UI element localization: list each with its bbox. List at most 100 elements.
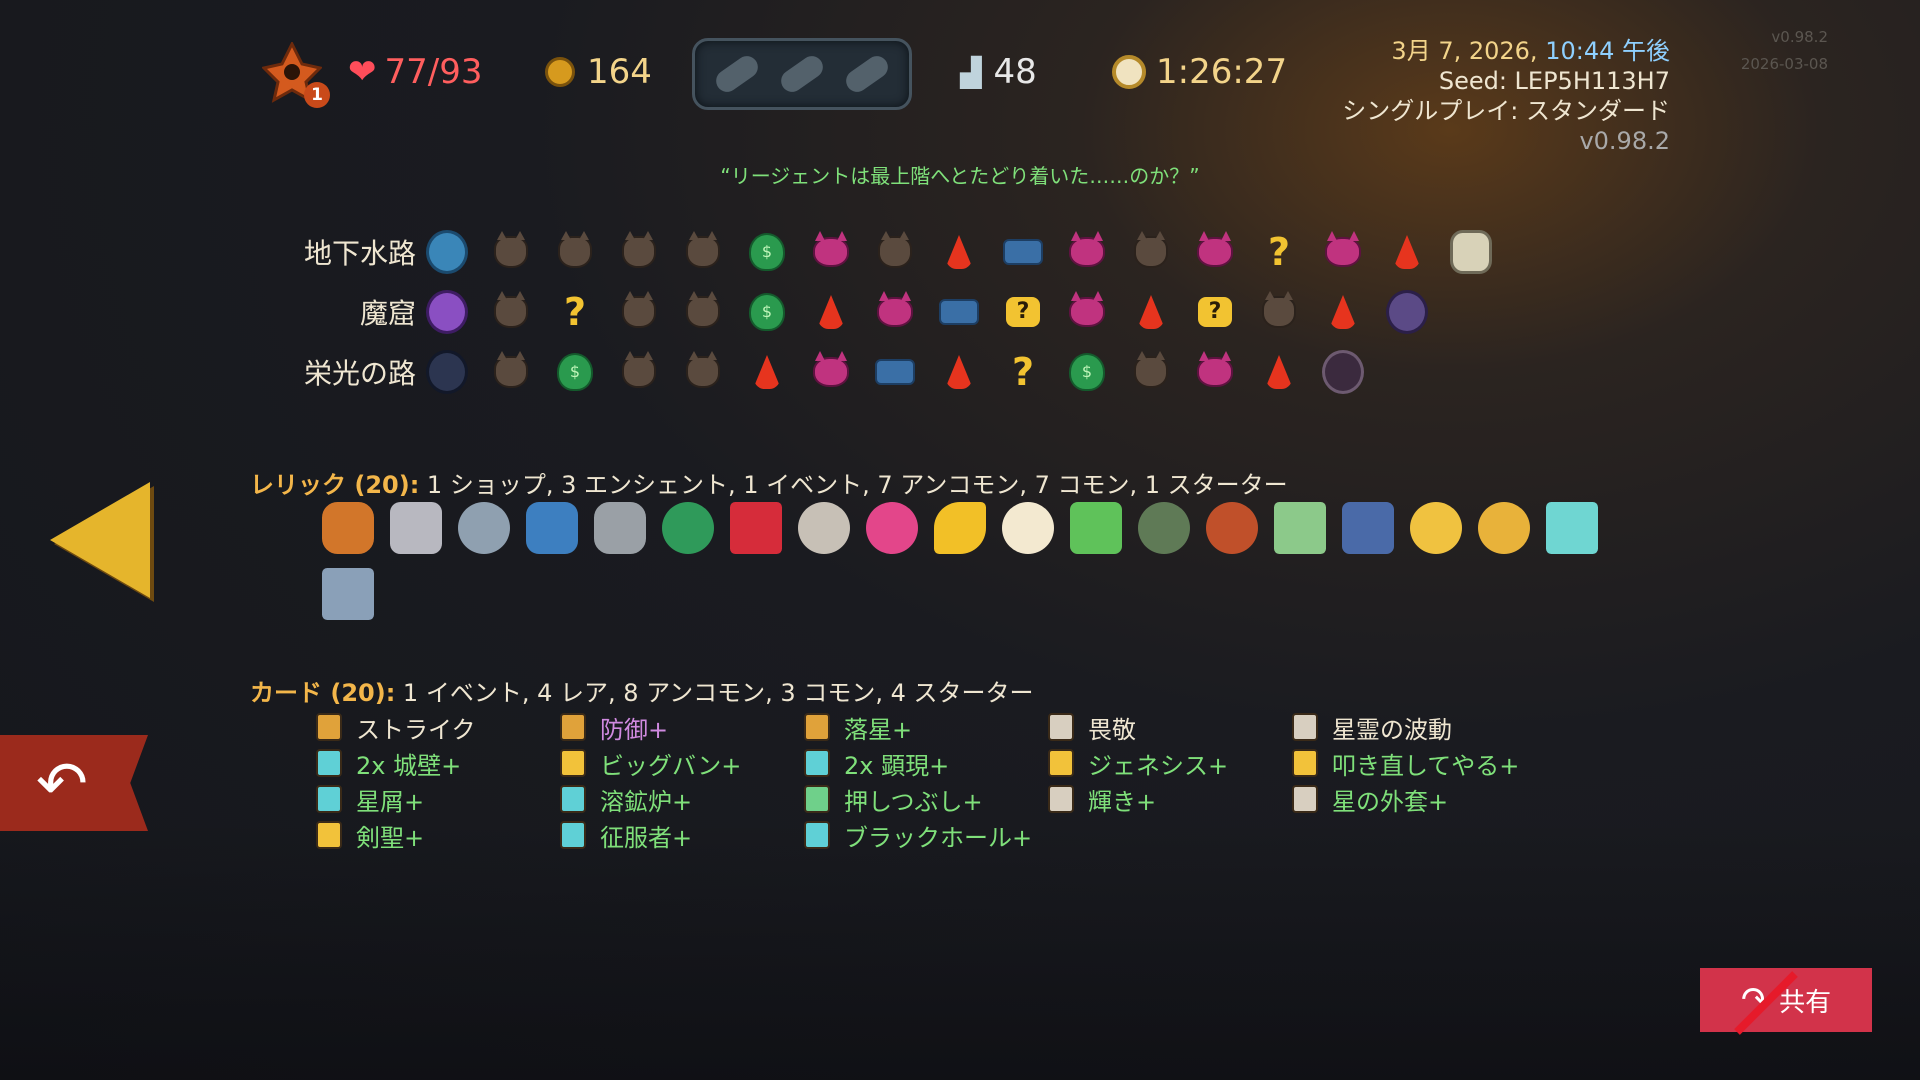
monster-icon[interactable]	[618, 351, 660, 393]
monster-icon[interactable]	[682, 231, 724, 273]
rest-site-icon[interactable]	[1386, 231, 1428, 273]
card-entry[interactable]: ストライク	[316, 712, 560, 744]
previous-run-arrow-icon[interactable]	[50, 482, 150, 598]
card-entry[interactable]: ビッグバン+	[560, 748, 804, 780]
anchor-relic-icon[interactable]	[526, 502, 578, 554]
elite-icon[interactable]	[1322, 231, 1364, 273]
bed-relic-icon[interactable]	[1342, 502, 1394, 554]
monster-icon[interactable]	[490, 231, 532, 273]
rest-site-icon[interactable]	[938, 231, 980, 273]
potion-slot-icon[interactable]	[776, 51, 828, 97]
elite-icon[interactable]	[1194, 351, 1236, 393]
unknown-room-icon[interactable]: ?	[1194, 291, 1236, 333]
elite-icon[interactable]	[810, 231, 852, 273]
treasure-icon[interactable]	[938, 291, 980, 333]
rest-site-icon[interactable]	[1258, 351, 1300, 393]
duck-relic-icon[interactable]	[1002, 502, 1054, 554]
card-entry[interactable]: 2x 城壁+	[316, 748, 560, 780]
potion-slot-icon[interactable]	[841, 51, 893, 97]
rest-site-icon[interactable]	[810, 291, 852, 333]
shop-icon[interactable]: $	[746, 291, 788, 333]
flower-bell-relic-icon[interactable]	[1410, 502, 1462, 554]
rest-site-icon[interactable]	[1322, 291, 1364, 333]
elite-icon[interactable]	[1066, 231, 1108, 273]
monster-icon[interactable]	[554, 231, 596, 273]
red-book-relic-icon[interactable]	[730, 502, 782, 554]
card-entry[interactable]: 落星+	[804, 712, 1048, 744]
rest-site-icon[interactable]	[1130, 291, 1172, 333]
scissors-relic-icon[interactable]	[390, 502, 442, 554]
monster-icon[interactable]	[682, 291, 724, 333]
cloak-relic-icon[interactable]	[458, 502, 510, 554]
cards-header: カード (20): 1 イベント, 4 レア, 8 アンコモン, 3 コモン, …	[250, 673, 1034, 708]
monster-icon[interactable]	[874, 231, 916, 273]
rest-site-icon[interactable]	[746, 351, 788, 393]
back-button[interactable]: ↶	[0, 735, 148, 831]
monster-icon[interactable]	[682, 351, 724, 393]
card-entry[interactable]: 輝き+	[1048, 784, 1292, 816]
act-row: 栄光の路 $ ? $	[290, 347, 1386, 397]
act-name: 地下水路	[303, 237, 416, 270]
boss-icon[interactable]	[1322, 350, 1364, 394]
boss-icon[interactable]	[426, 290, 468, 334]
monster-icon[interactable]	[618, 291, 660, 333]
frog-relic-icon[interactable]	[1138, 502, 1190, 554]
monster-icon[interactable]	[490, 351, 532, 393]
treasure-icon[interactable]	[1002, 231, 1044, 273]
event-icon[interactable]: ?	[1258, 230, 1300, 274]
unknown-room-icon[interactable]: ?	[1002, 291, 1044, 333]
card-entry[interactable]: 星屑+	[316, 784, 560, 816]
banana-relic-icon[interactable]	[934, 502, 986, 554]
fire-rock-relic-icon[interactable]	[322, 502, 374, 554]
shop-icon[interactable]: $	[554, 351, 596, 393]
shop-icon[interactable]: $	[1066, 351, 1108, 393]
card-label: 星の外套+	[1332, 787, 1449, 816]
potion-slot-icon[interactable]	[711, 51, 763, 97]
dragonfruit-relic-icon[interactable]	[866, 502, 918, 554]
attack-card-icon	[560, 749, 586, 777]
monster-icon[interactable]	[490, 291, 532, 333]
boss-icon[interactable]	[426, 230, 468, 274]
elite-icon[interactable]	[1066, 291, 1108, 333]
elite-icon[interactable]	[1194, 231, 1236, 273]
share-button[interactable]: ↷ 共有	[1700, 968, 1872, 1035]
monster-icon[interactable]	[1130, 351, 1172, 393]
shop-icon[interactable]: $	[746, 231, 788, 273]
whip-relic-icon[interactable]	[594, 502, 646, 554]
orbit-relic-icon[interactable]	[798, 502, 850, 554]
card-entry[interactable]: 叩き直してやる+	[1292, 748, 1536, 780]
card-entry[interactable]: 星の外套+	[1292, 784, 1536, 816]
boss-icon[interactable]	[1386, 290, 1428, 334]
card-entry[interactable]: 畏敬	[1048, 712, 1292, 744]
card-entry[interactable]: 防御+	[560, 712, 804, 744]
treasure-icon[interactable]	[874, 351, 916, 393]
elite-icon[interactable]	[810, 351, 852, 393]
tome-relic-icon[interactable]	[322, 568, 374, 620]
event-icon[interactable]: ?	[554, 290, 596, 334]
card-entry[interactable]: 征服者+	[560, 820, 804, 852]
card-entry[interactable]: 2x 顕現+	[804, 748, 1048, 780]
boss-icon[interactable]	[1450, 230, 1492, 274]
card-entry[interactable]: 押しつぶし+	[804, 784, 1048, 816]
prism-relic-icon[interactable]	[1546, 502, 1598, 554]
boss-icon[interactable]	[426, 350, 468, 394]
card-entry[interactable]: ジェネシス+	[1048, 748, 1292, 780]
run-info: 3月 7, 2026, 10:44 午後 Seed: LEP5H113H7 シン…	[1342, 36, 1670, 156]
sunflower-relic-icon[interactable]	[1478, 502, 1530, 554]
card-entry[interactable]: 溶鉱炉+	[560, 784, 804, 816]
monster-icon[interactable]	[1258, 291, 1300, 333]
serpent-relic-icon[interactable]	[662, 502, 714, 554]
mask-relic-icon[interactable]	[1206, 502, 1258, 554]
card-entry[interactable]: 星霊の波動	[1292, 712, 1536, 744]
monster-icon[interactable]	[1130, 231, 1172, 273]
event-icon[interactable]: ?	[1002, 350, 1044, 394]
skill-card-icon	[1048, 713, 1074, 741]
elite-icon[interactable]	[874, 291, 916, 333]
relic-list	[322, 502, 1622, 634]
card-entry[interactable]: 剣聖+	[316, 820, 560, 852]
rest-site-icon[interactable]	[938, 351, 980, 393]
monster-icon[interactable]	[618, 231, 660, 273]
green-bar-relic-icon[interactable]	[1070, 502, 1122, 554]
card-entry[interactable]: ブラックホール+	[804, 820, 1048, 852]
bracket-relic-icon[interactable]	[1274, 502, 1326, 554]
